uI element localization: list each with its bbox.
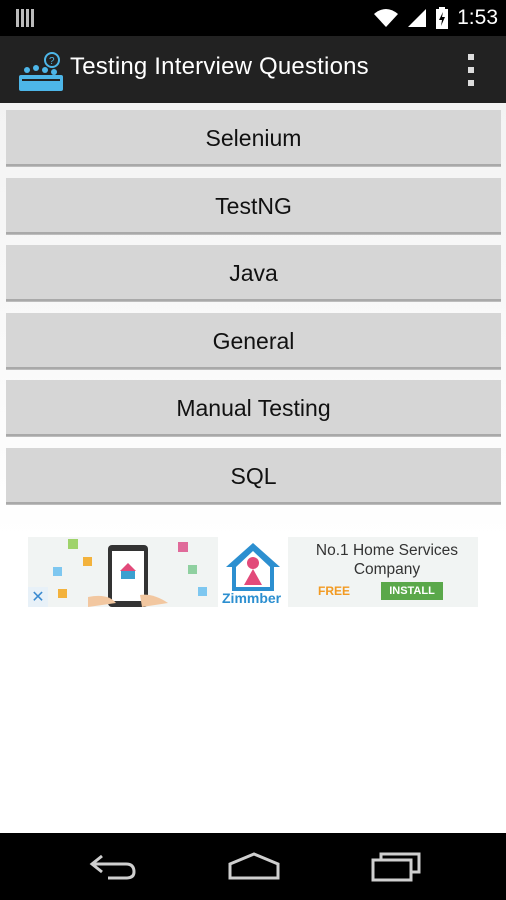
status-bar: 1:53 [0, 0, 506, 36]
ad-headline: No.1 Home Services Company [315, 542, 459, 578]
back-icon[interactable] [88, 850, 138, 882]
wifi-icon [374, 9, 399, 27]
navigation-bar [0, 833, 506, 900]
ad-phone-illustration [53, 539, 207, 607]
ad-brand-logo: Zimmber [218, 537, 288, 607]
app-title: Testing Interview Questions [70, 53, 369, 80]
menu-button-selenium[interactable]: Selenium [6, 110, 501, 166]
ad-install-button[interactable]: INSTALL [381, 582, 443, 600]
svg-text:?: ? [49, 56, 55, 67]
svg-text:Zimmber: Zimmber [222, 590, 282, 606]
action-bar: ? Testing Interview Questions [0, 36, 506, 103]
home-icon[interactable] [226, 850, 282, 882]
battery-icon [436, 7, 449, 29]
ad-close-icon[interactable]: ✕ [28, 587, 48, 607]
signal-icon [408, 9, 427, 27]
menu-button-sql[interactable]: SQL [6, 448, 501, 504]
recents-icon[interactable] [370, 850, 422, 882]
menu-button-manual-testing[interactable]: Manual Testing [6, 380, 501, 436]
overflow-menu-icon[interactable] [464, 54, 478, 88]
status-time: 1:53 [457, 6, 498, 29]
menu-button-testng[interactable]: TestNG [6, 178, 501, 234]
app-logo-icon: ? [19, 52, 63, 91]
ad-free-label: FREE [318, 584, 351, 598]
menu-button-java[interactable]: Java [6, 245, 501, 301]
notification-icon [16, 9, 34, 27]
menu-button-general[interactable]: General [6, 313, 501, 369]
ad-banner[interactable]: Zimmber No.1 Home Services Company FREE … [28, 537, 478, 607]
